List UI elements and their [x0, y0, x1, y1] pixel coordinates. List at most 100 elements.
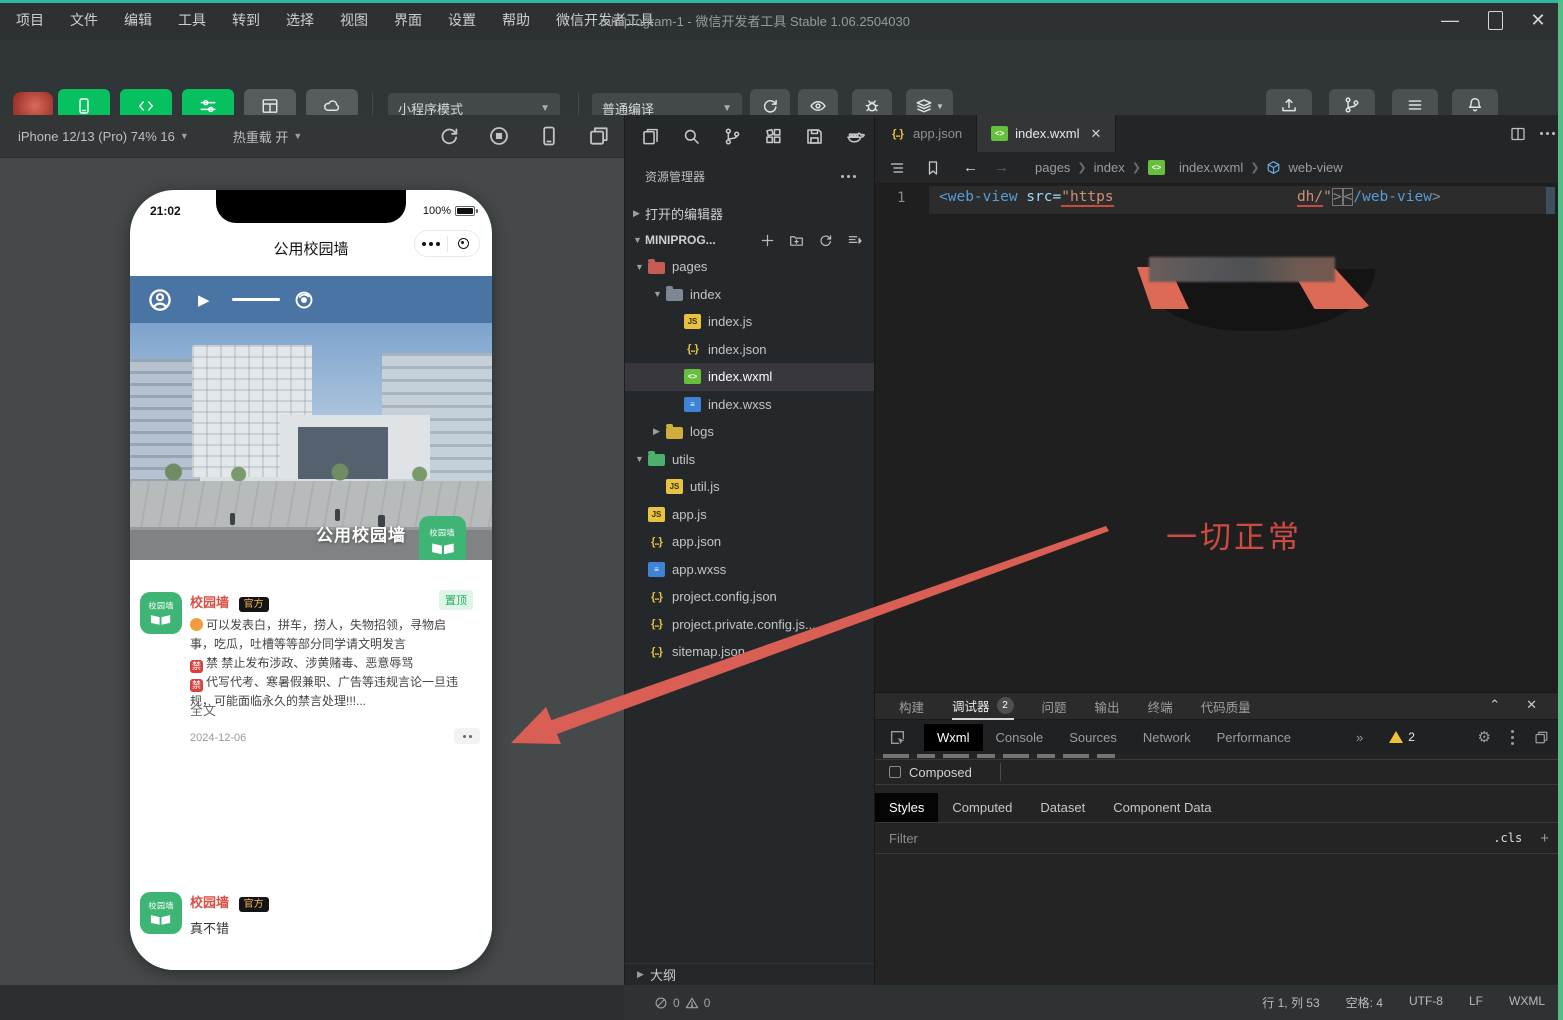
new-folder-icon[interactable]: [789, 233, 804, 248]
target-icon[interactable]: [294, 290, 314, 310]
tree-item-index.wxss[interactable]: ≡ index.wxss: [625, 391, 874, 419]
cls-button[interactable]: .cls: [1493, 831, 1522, 845]
tab-index.wxml[interactable]: <> index.wxml ✕: [977, 115, 1117, 152]
devtools-tab-Console[interactable]: Console: [983, 724, 1057, 751]
style-tab-Component Data[interactable]: Component Data: [1099, 793, 1225, 822]
devtools-tab-Sources[interactable]: Sources: [1056, 724, 1130, 751]
tree-item-pages[interactable]: ▼ pages: [625, 253, 874, 281]
inspect-element-icon[interactable]: [889, 729, 906, 746]
menu-item-项目[interactable]: 项目: [16, 10, 44, 30]
style-tab-Computed[interactable]: Computed: [938, 793, 1026, 822]
menu-item-帮助[interactable]: 帮助: [502, 10, 530, 30]
filter-input[interactable]: Filter: [889, 831, 918, 846]
tree-item-sitemap.json[interactable]: {..} sitemap.json: [625, 638, 874, 666]
post-more-button[interactable]: [454, 728, 480, 744]
tree-item-project.config.json[interactable]: {..} project.config.json: [625, 583, 874, 611]
post-author-avatar[interactable]: 校园墙: [140, 592, 182, 634]
open-editors-section[interactable]: ▶ 打开的编辑器: [625, 201, 874, 225]
gear-icon[interactable]: ⚙: [1478, 728, 1491, 746]
tree-item-utils[interactable]: ▼ utils: [625, 446, 874, 474]
menu-item-选择[interactable]: 选择: [286, 10, 314, 30]
multi-window-icon[interactable]: [588, 125, 610, 147]
record-stop-icon[interactable]: [488, 125, 510, 147]
debugger-tab-问题[interactable]: 问题: [1042, 693, 1067, 720]
menu-item-编辑[interactable]: 编辑: [124, 10, 152, 30]
phone-icon[interactable]: [538, 125, 560, 147]
style-tab-Styles[interactable]: Styles: [875, 793, 939, 822]
tree-item-app.wxss[interactable]: ≡ app.wxss: [625, 556, 874, 584]
menu-item-界面[interactable]: 界面: [394, 10, 422, 30]
more-icon[interactable]: [847, 174, 850, 178]
breadcrumb-item[interactable]: pages: [1035, 160, 1070, 175]
devtools-tab-Network[interactable]: Network: [1130, 724, 1204, 751]
progress-line[interactable]: [231, 298, 280, 301]
source-control-icon[interactable]: [723, 127, 742, 146]
style-tab-Dataset[interactable]: Dataset: [1026, 793, 1099, 822]
new-file-icon[interactable]: [760, 233, 775, 248]
maximize-button[interactable]: [1482, 8, 1508, 32]
close-miniprogram-icon[interactable]: [448, 238, 480, 249]
status-indentation[interactable]: 空格: 4: [1346, 994, 1383, 1011]
save-icon[interactable]: [805, 127, 824, 146]
tree-item-index.js[interactable]: JS index.js: [625, 308, 874, 336]
warning-counter[interactable]: 2: [1389, 730, 1415, 744]
breadcrumb-item[interactable]: index: [1094, 160, 1125, 175]
more-icon[interactable]: [1546, 132, 1549, 135]
debugger-tab-终端[interactable]: 终端: [1148, 693, 1173, 720]
user-circle-icon[interactable]: [148, 288, 172, 312]
tree-item-index.json[interactable]: {..} index.json: [625, 336, 874, 364]
debugger-tab-调试器[interactable]: 调试器 2: [952, 693, 1014, 720]
code-area[interactable]: 1 <web-view src="https dh/"> </web-view>: [875, 183, 1563, 692]
problems-indicator[interactable]: 0 0: [654, 996, 710, 1010]
outline-icon[interactable]: [889, 160, 905, 176]
tree-item-app.js[interactable]: JS app.js: [625, 501, 874, 529]
search-icon[interactable]: [682, 127, 701, 146]
debugger-tab-构建[interactable]: 构建: [899, 693, 924, 720]
back-arrow-icon[interactable]: ←: [963, 159, 978, 176]
minimize-button[interactable]: —: [1437, 8, 1463, 32]
menu-item-视图[interactable]: 视图: [340, 10, 368, 30]
debugger-tab-输出[interactable]: 输出: [1095, 693, 1120, 720]
full-text-link[interactable]: 全文: [190, 700, 216, 719]
close-button[interactable]: ✕: [1525, 8, 1551, 32]
refresh-icon[interactable]: [818, 233, 833, 248]
post-author-avatar[interactable]: 校园墙: [140, 892, 182, 934]
hot-reload-toggle[interactable]: 热重载 开: [233, 127, 289, 146]
project-section[interactable]: ▼ MINIPROG...: [625, 227, 874, 253]
breadcrumb-item[interactable]: index.wxml: [1179, 160, 1243, 175]
bookmark-icon[interactable]: [925, 160, 941, 176]
kebab-menu-icon[interactable]: [1511, 735, 1514, 739]
close-tab-icon[interactable]: ✕: [1090, 126, 1101, 142]
play-icon[interactable]: ▶: [198, 291, 210, 309]
devtools-tab-Performance[interactable]: Performance: [1204, 724, 1304, 751]
tree-item-logs[interactable]: ▶ logs: [625, 418, 874, 446]
debugger-tab-代码质量[interactable]: 代码质量: [1201, 693, 1251, 720]
status-language-mode[interactable]: WXML: [1509, 994, 1545, 1011]
undock-icon[interactable]: [1534, 730, 1549, 745]
more-menu-icon[interactable]: [415, 241, 447, 246]
docker-icon[interactable]: [846, 127, 865, 146]
status-encoding[interactable]: UTF-8: [1409, 994, 1443, 1011]
post-author-name[interactable]: 校园墙: [190, 595, 229, 610]
tree-item-index.wxml[interactable]: <> index.wxml: [625, 363, 874, 391]
add-style-icon[interactable]: +: [1540, 830, 1549, 847]
tree-item-index[interactable]: ▼ index: [625, 281, 874, 309]
post-author-name[interactable]: 校园墙: [190, 895, 229, 910]
forward-arrow-icon[interactable]: →: [994, 159, 1009, 176]
capsule-button[interactable]: [414, 230, 480, 257]
close-icon[interactable]: ✕: [1526, 697, 1537, 713]
split-editor-icon[interactable]: [1510, 126, 1526, 142]
composed-checkbox[interactable]: [889, 766, 901, 778]
collapse-icon[interactable]: ⌃: [1489, 697, 1500, 713]
files-icon[interactable]: [641, 127, 660, 146]
extensions-icon[interactable]: [764, 127, 783, 146]
outline-section[interactable]: ▶ 大纲: [625, 963, 874, 985]
tree-item-project.private.config.js...[interactable]: {..} project.private.config.js...: [625, 611, 874, 639]
tab-app.json[interactable]: {..} app.json: [875, 115, 978, 152]
devtools-tab-Wxml[interactable]: Wxml: [924, 723, 983, 751]
menu-item-转到[interactable]: 转到: [232, 10, 260, 30]
menu-item-工具[interactable]: 工具: [178, 10, 206, 30]
rotate-icon[interactable]: [438, 125, 460, 147]
status-cursor-position[interactable]: 行 1, 列 53: [1262, 994, 1319, 1011]
tree-item-app.json[interactable]: {..} app.json: [625, 528, 874, 556]
